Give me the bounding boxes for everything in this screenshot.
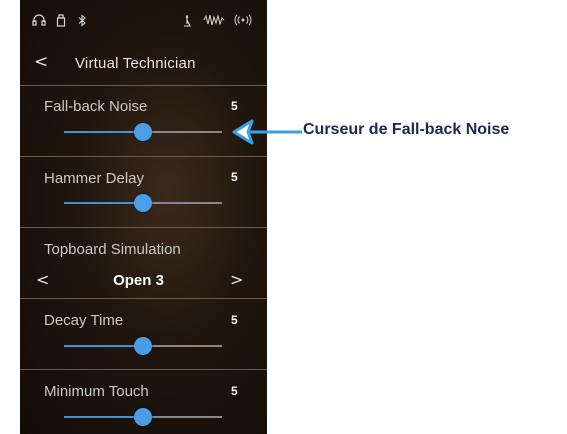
bluetooth-icon: [78, 14, 86, 30]
setting-label: Minimum Touch: [44, 383, 149, 400]
setting-row-minimum-touch: Minimum Touch 5: [20, 370, 267, 434]
setting-label: Topboard Simulation: [44, 241, 181, 258]
setting-row-decay-time: Decay Time 5: [20, 299, 267, 369]
topboard-next-button[interactable]: >: [230, 270, 243, 289]
slider-knob[interactable]: [134, 408, 152, 426]
recorder-icon: [203, 14, 225, 29]
setting-label: Decay Time: [44, 312, 124, 329]
setting-label: Fall-back Noise: [44, 98, 148, 115]
status-bar: [20, 0, 267, 38]
callout-arrow-icon: [232, 119, 302, 145]
setting-value: 5: [231, 313, 238, 327]
hammer-delay-slider[interactable]: [64, 194, 222, 212]
headphones-icon: [32, 14, 46, 29]
page-title: Virtual Technician: [75, 55, 196, 72]
usb-icon: [56, 14, 66, 30]
setting-label: Hammer Delay: [44, 170, 145, 187]
callout-label: Curseur de Fall-back Noise: [303, 121, 510, 138]
tablet-screen: < Virtual Technician Fall-back Noise 5 H…: [20, 0, 267, 434]
back-button[interactable]: <: [34, 52, 48, 72]
setting-value: 5: [231, 99, 238, 113]
setting-value: 5: [231, 384, 238, 398]
slider-knob[interactable]: [134, 194, 152, 212]
wireless-icon: [234, 14, 252, 29]
fall-back-noise-slider[interactable]: [64, 123, 222, 141]
metronome-icon: [182, 14, 192, 30]
slider-knob[interactable]: [134, 337, 152, 355]
slider-knob[interactable]: [134, 123, 152, 141]
setting-value: 5: [231, 170, 238, 184]
decay-time-slider[interactable]: [64, 337, 222, 355]
setting-row-topboard-simulation: Topboard Simulation < Open 3 >: [20, 228, 267, 298]
header: < Virtual Technician: [20, 44, 267, 84]
setting-row-hammer-delay: Hammer Delay 5: [20, 157, 267, 227]
minimum-touch-slider[interactable]: [64, 408, 222, 426]
topboard-value: Open 3: [113, 272, 164, 289]
